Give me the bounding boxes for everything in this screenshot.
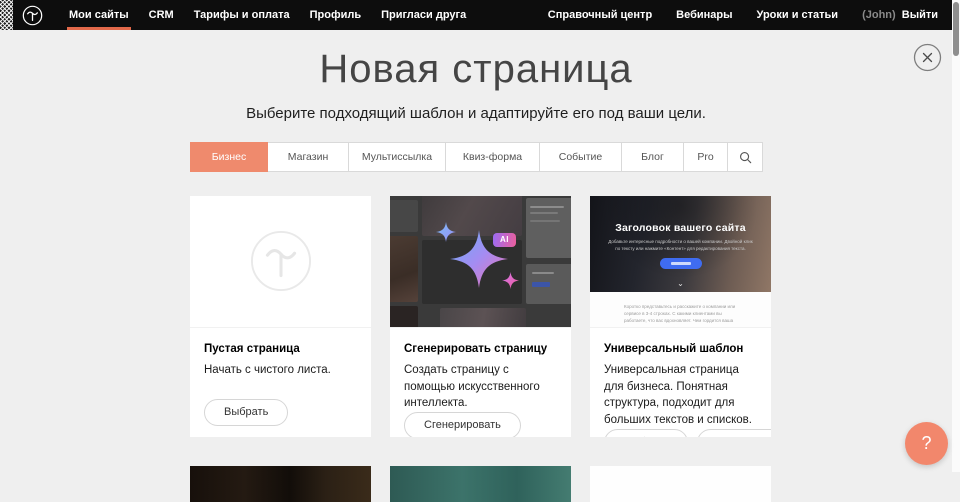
template-cards-row2 [190,466,771,502]
tab-quiz-form[interactable]: Квиз-форма [445,142,540,172]
user-name: (John) [862,9,896,21]
template-card-partial[interactable] [190,466,371,502]
help-button[interactable]: ? [905,422,948,465]
top-bar: Мои сайты CRM Тарифы и оплата Профиль Пр… [0,0,952,30]
view-template-button[interactable]: Посмотреть [697,429,771,437]
tab-shop[interactable]: Магазин [267,142,349,172]
page-subtitle: Выберите подходящий шаблон и адаптируйте… [0,105,952,122]
ai-generate-preview: AI [390,196,571,328]
card-title: Сгенерировать страницу [404,343,557,355]
user-account: (John) Выйти [850,9,938,21]
secondary-nav: Справочный центр Вебинары Уроки и статьи… [536,0,952,30]
template-cards: Пустая страница Начать с чистого листа. … [190,196,771,437]
nav-lessons[interactable]: Уроки и статьи [745,0,851,30]
question-icon: ? [921,433,931,454]
nav-tariffs[interactable]: Тарифы и оплата [184,0,300,30]
universal-template-preview: Заголовок вашего сайта Добавьте интересн… [590,196,771,328]
card-title: Универсальный шаблон [604,343,757,355]
tilda-placeholder-icon [250,230,312,292]
tab-event[interactable]: Событие [539,142,622,172]
card-universal-template[interactable]: Заголовок вашего сайта Добавьте интересн… [590,196,771,437]
close-icon[interactable] [913,43,942,72]
nav-crm[interactable]: CRM [139,0,184,30]
page-title: Новая страница [0,47,952,92]
card-blank-page[interactable]: Пустая страница Начать с чистого листа. … [190,196,371,437]
card-title: Пустая страница [204,343,357,355]
tab-business[interactable]: Бизнес [190,142,268,172]
blank-page-preview [190,196,371,328]
card-description: Начать с чистого листа. [204,362,357,379]
logout-link[interactable]: Выйти [902,9,938,21]
generate-button[interactable]: Сгенерировать [404,412,521,437]
nav-webinars[interactable]: Вебинары [664,0,744,30]
template-card-partial[interactable] [590,466,771,502]
select-template-button[interactable]: Выбрать [604,429,688,437]
template-category-tabs: Бизнес Магазин Мультиссылка Квиз-форма С… [190,142,763,172]
card-description: Универсальная страница для бизнеса. Поня… [604,362,757,429]
preview-subtext: Добавьте интересные подробности о вашей … [608,239,753,253]
scrollbar-thumb[interactable] [953,2,959,56]
template-card-partial[interactable] [390,466,571,502]
ai-badge: AI [493,233,516,247]
main-nav: Мои сайты CRM Тарифы и оплата Профиль Пр… [59,0,476,30]
card-ai-generate[interactable]: AI Сгенерировать страницу Создать страни… [390,196,571,437]
preview-headline: Заголовок вашего сайта [590,222,771,234]
preview-body-text: Коротко представьтесь и расскажите о ком… [624,303,743,328]
search-tab[interactable] [727,142,763,172]
nav-my-sites[interactable]: Мои сайты [59,0,139,30]
card-description: Создать страницу с помощью искусственног… [404,362,557,412]
new-page-modal: Новая страница Выберите подходящий шабло… [0,30,952,472]
tilda-logo-icon[interactable] [22,5,43,26]
select-blank-button[interactable]: Выбрать [204,399,288,426]
ai-sparkle-small2-icon [502,272,519,289]
header-texture [0,0,13,30]
nav-profile[interactable]: Профиль [300,0,371,30]
nav-invite-friend[interactable]: Пригласи друга [371,0,476,30]
tab-multilink[interactable]: Мультиссылка [348,142,446,172]
nav-help-center[interactable]: Справочный центр [536,0,664,30]
tab-pro[interactable]: Pro [683,142,728,172]
chevron-down-icon: ⌄ [677,279,684,288]
preview-cta-button [660,258,702,269]
page-scrollbar[interactable] [952,0,960,472]
tab-blog[interactable]: Блог [621,142,684,172]
search-icon [739,151,752,164]
